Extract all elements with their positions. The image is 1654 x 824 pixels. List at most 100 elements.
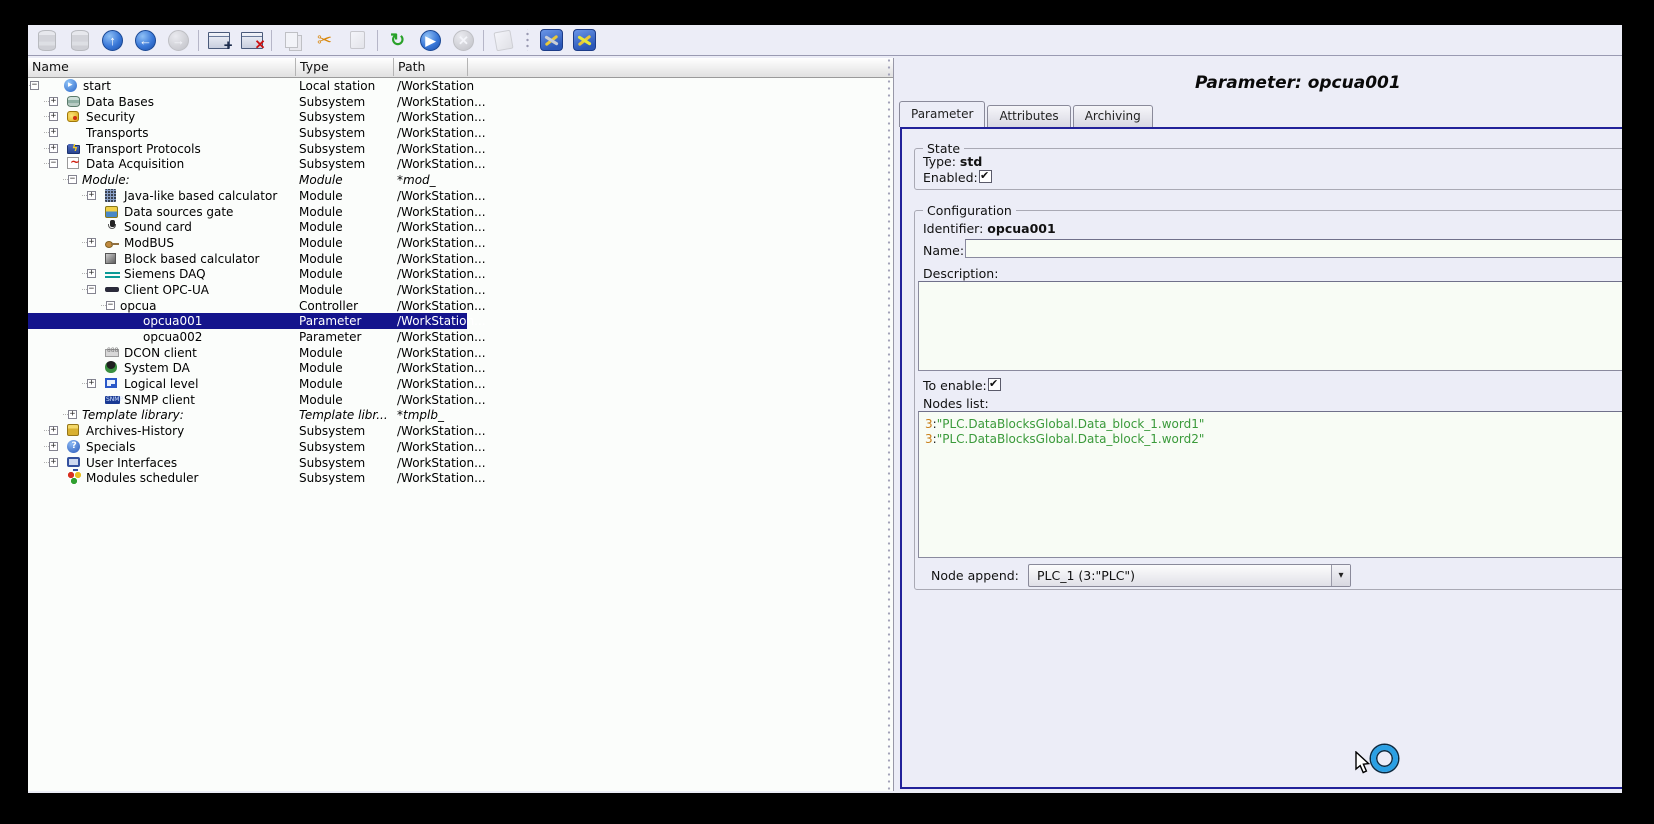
tree-row-opcua[interactable]: −opcuaController/WorkStation...: [28, 298, 893, 314]
tree-row-security[interactable]: +SecuritySubsystem/WorkStation...: [28, 109, 893, 125]
tree-row-client-opc-ua[interactable]: −Client OPC-UAModule/WorkStation...: [28, 282, 893, 298]
expand-icon[interactable]: +: [87, 379, 96, 388]
tree-item-label[interactable]: Transports: [86, 126, 149, 140]
toolbar-separator: [198, 30, 199, 51]
tree-item-label[interactable]: Data Bases: [86, 95, 154, 109]
combobox-dropdown-arrow-icon[interactable]: ▾: [1331, 565, 1350, 586]
tree-item-label[interactable]: opcua: [120, 299, 157, 313]
delete-item-button[interactable]: [235, 27, 268, 54]
expand-icon[interactable]: +: [49, 426, 58, 435]
tree-item-label[interactable]: Transport Protocols: [86, 142, 201, 156]
toolbar-handle[interactable]: [524, 29, 531, 51]
tree-item-path: /WorkStation...: [397, 236, 486, 250]
column-header-type[interactable]: Type: [296, 58, 394, 76]
column-header-name[interactable]: Name: [28, 58, 296, 76]
tree-item-label[interactable]: Security: [86, 110, 135, 124]
tree-row-start[interactable]: −startLocal station/WorkStation: [28, 78, 893, 94]
collapse-icon[interactable]: −: [30, 81, 39, 90]
tree-item-label[interactable]: Data sources gate: [124, 205, 233, 219]
tree-item-label[interactable]: Logical level: [124, 377, 198, 391]
tree-item-label[interactable]: SNMP client: [124, 393, 195, 407]
tree-item-label[interactable]: Specials: [86, 440, 136, 454]
collapse-icon[interactable]: −: [49, 159, 58, 168]
tree-item-type: Subsystem: [299, 142, 365, 156]
up-button[interactable]: ↑: [96, 27, 129, 54]
tree-row-modbus[interactable]: +ModBUSModule/WorkStation...: [28, 235, 893, 251]
start-button[interactable]: ▶: [414, 27, 447, 54]
tree-item-label[interactable]: Archives-History: [86, 424, 184, 438]
name-input[interactable]: [965, 239, 1622, 258]
tab-attributes[interactable]: Attributes: [987, 105, 1070, 127]
tree-item-label[interactable]: Module:: [82, 173, 130, 187]
tree-item-path: /WorkStation...: [397, 471, 486, 485]
tree-row-java-like-based-calculator[interactable]: +Java-like based calculatorModule/WorkSt…: [28, 188, 893, 204]
node-append-combobox[interactable]: PLC_1 (3:"PLC") ▾: [1028, 564, 1351, 587]
tree-row-transport-protocols[interactable]: +Transport ProtocolsSubsystem/WorkStatio…: [28, 141, 893, 157]
tree-row-data-sources-gate[interactable]: Data sources gateModule/WorkStation...: [28, 204, 893, 220]
tree-item-label[interactable]: Block based calculator: [124, 252, 259, 266]
collapse-icon[interactable]: −: [106, 301, 115, 310]
tab-archiving[interactable]: Archiving: [1073, 105, 1153, 127]
tree-row-template-library[interactable]: +Template library:Template libr...*tmplb…: [28, 407, 893, 423]
tree-header: Name Type Path: [28, 58, 893, 78]
tree-row-sound-card[interactable]: Sound cardModule/WorkStation...: [28, 219, 893, 235]
tree-row-system-da[interactable]: System DAModule/WorkStation...: [28, 360, 893, 376]
expand-icon[interactable]: +: [68, 410, 77, 419]
tree-row-logical-level[interactable]: +Logical levelModule/WorkStation...: [28, 376, 893, 392]
tree-row-opcua002[interactable]: opcua002Parameter/WorkStation...: [28, 329, 893, 345]
tree-item-label[interactable]: Sound card: [124, 220, 192, 234]
add-item-icon: [208, 32, 230, 49]
expand-icon[interactable]: +: [87, 269, 96, 278]
refresh-button[interactable]: ↻: [381, 27, 414, 54]
cut-item-button[interactable]: ✂: [308, 27, 341, 54]
tree-row-dcon-client[interactable]: DCON clientModule/WorkStation...: [28, 345, 893, 361]
tree-item-label[interactable]: start: [83, 79, 111, 93]
tree-row-modules-scheduler[interactable]: Modules schedulerSubsystem/WorkStation..…: [28, 470, 893, 486]
add-item-button[interactable]: [202, 27, 235, 54]
panel-splitter-handle[interactable]: [886, 58, 892, 791]
tree-item-label[interactable]: DCON client: [124, 346, 197, 360]
tree-item-label[interactable]: Java-like based calculator: [124, 189, 277, 203]
tree-item-label[interactable]: System DA: [124, 361, 190, 375]
tree-row-block-based-calculator[interactable]: Block based calculatorModule/WorkStation…: [28, 251, 893, 267]
expand-icon[interactable]: +: [49, 128, 58, 137]
tab-parameter[interactable]: Parameter: [899, 101, 985, 127]
tree-row-archives-history[interactable]: +Archives-HistorySubsystem/WorkStation..…: [28, 423, 893, 439]
tree-row-transports[interactable]: +TransportsSubsystem/WorkStation...: [28, 125, 893, 141]
tree-row-specials[interactable]: +SpecialsSubsystem/WorkStation...: [28, 439, 893, 455]
column-header-path[interactable]: Path: [394, 58, 468, 76]
tree-item-label[interactable]: Modules scheduler: [86, 471, 198, 485]
to-enable-checkbox[interactable]: [988, 378, 1001, 391]
nodes-list-textarea[interactable]: 3:"PLC.DataBlocksGlobal.Data_block_1.wor…: [918, 411, 1622, 558]
expand-icon[interactable]: +: [49, 458, 58, 467]
qtcfg-config-nav-button[interactable]: [568, 27, 601, 54]
tree-row-siemens-daq[interactable]: +Siemens DAQModule/WorkStation...: [28, 266, 893, 282]
tree-row-snmp-client[interactable]: SNMP clientModule/WorkStation...: [28, 392, 893, 408]
expand-icon[interactable]: +: [49, 442, 58, 451]
tree-row-opcua001[interactable]: opcua001Parameter/WorkStation...: [28, 313, 893, 329]
enabled-checkbox[interactable]: [979, 170, 992, 183]
tree-row-module[interactable]: −Module:Module*mod_: [28, 172, 893, 188]
expand-icon[interactable]: +: [87, 191, 96, 200]
tree-item-label[interactable]: ModBUS: [124, 236, 174, 250]
collapse-icon[interactable]: −: [68, 175, 77, 184]
tree-item-label[interactable]: Client OPC-UA: [124, 283, 209, 297]
tree-item-label[interactable]: Siemens DAQ: [124, 267, 206, 281]
tree-item-label[interactable]: Template library:: [82, 408, 184, 422]
tree-item-label[interactable]: opcua001: [143, 314, 202, 328]
tree-row-data-bases[interactable]: +Data BasesSubsystem/WorkStation...: [28, 94, 893, 110]
qtcfg-config-button[interactable]: [535, 27, 568, 54]
tree-row-data-acquisition[interactable]: −Data AcquisitionSubsystem/WorkStation..…: [28, 156, 893, 172]
expand-icon[interactable]: +: [49, 97, 58, 106]
collapse-icon[interactable]: −: [87, 285, 96, 294]
tree-item-label[interactable]: User Interfaces: [86, 456, 177, 470]
description-textarea[interactable]: [918, 281, 1622, 371]
expand-icon[interactable]: +: [49, 112, 58, 121]
tree-item-label[interactable]: Data Acquisition: [86, 157, 184, 171]
tree-item-label[interactable]: opcua002: [143, 330, 202, 344]
tree-row-user-interfaces[interactable]: +User InterfacesSubsystem/WorkStation...: [28, 455, 893, 471]
expand-icon[interactable]: +: [49, 144, 58, 153]
expand-icon[interactable]: +: [87, 238, 96, 247]
back-button[interactable]: ←: [129, 27, 162, 54]
tree-item-type: Parameter: [299, 330, 361, 344]
